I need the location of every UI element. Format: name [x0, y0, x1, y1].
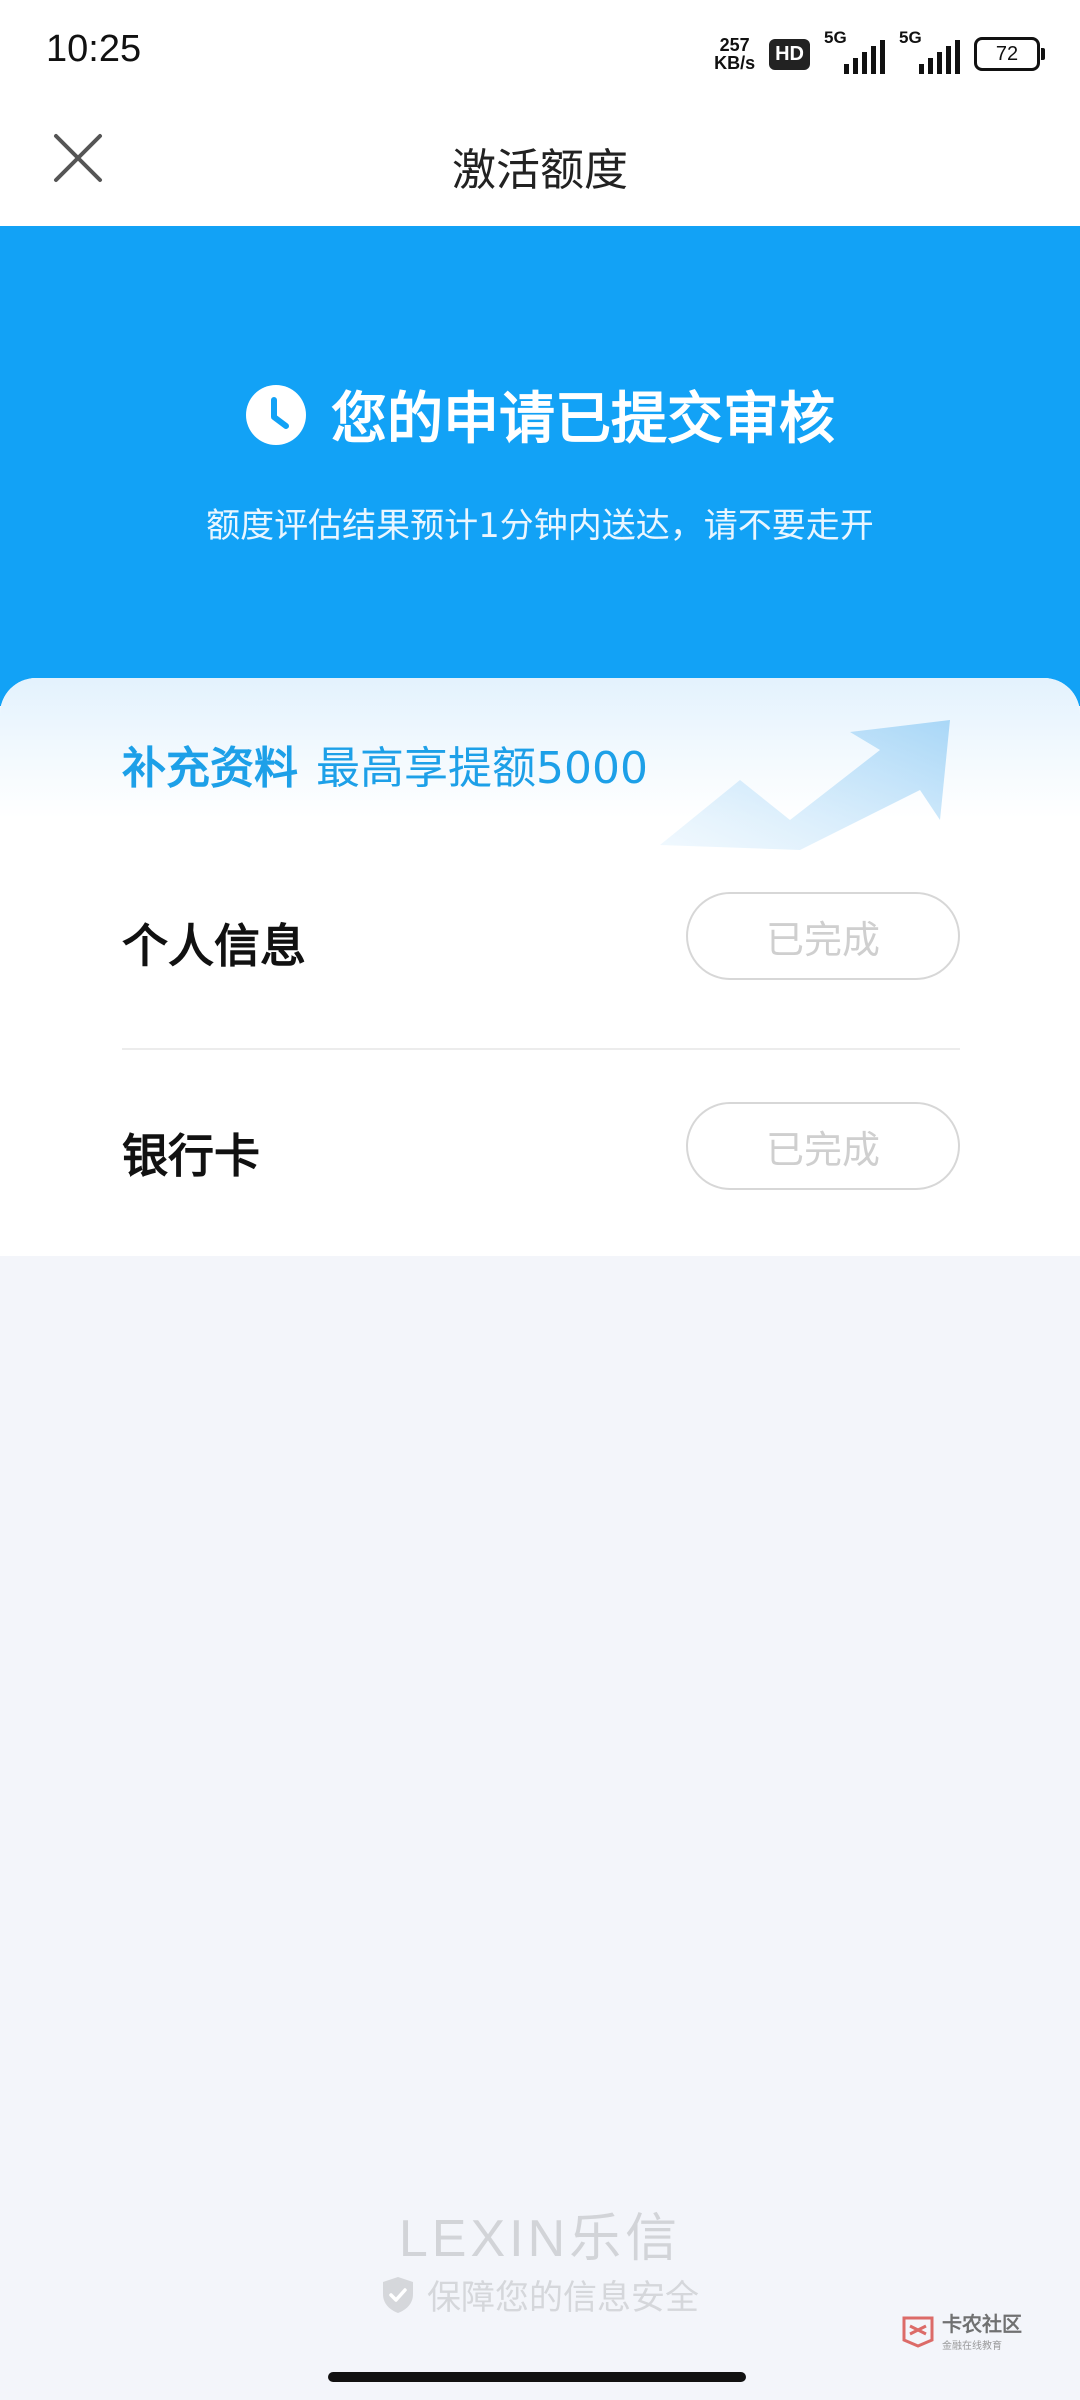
home-indicator[interactable]	[328, 2372, 746, 2382]
signal-icon-2: 5G	[899, 28, 960, 74]
hero-title-row: 您的申请已提交审核	[0, 374, 1080, 455]
item-label: 银行卡	[122, 1129, 260, 1183]
clock-icon	[246, 384, 306, 445]
promo-limit: 最高享提额5000	[316, 743, 648, 794]
completed-button[interactable]: 已完成	[686, 892, 960, 980]
page-title: 激活额度	[452, 145, 628, 196]
hero-title: 您的申请已提交审核	[331, 387, 835, 452]
supplement-card: 补充资料 最高享提额5000 个人信息 已完成 银行卡 已完成	[0, 678, 1080, 1256]
promo-title: 补充资料	[122, 743, 298, 794]
hd-badge: HD	[769, 38, 810, 70]
battery-icon: 72	[974, 37, 1045, 71]
divider	[122, 1048, 960, 1050]
network-speed: 257 KB/s	[714, 36, 755, 72]
signal-2-label: 5G	[899, 28, 922, 47]
signal-1-label: 5G	[824, 28, 847, 47]
hero-subtitle: 额度评估结果预计1分钟内送达，请不要走开	[206, 506, 874, 546]
status-indicators: 257 KB/s HD 5G 5G 72	[714, 28, 1045, 76]
promo-banner: 补充资料 最高享提额5000	[122, 732, 648, 796]
watermark-logo-icon	[902, 2316, 934, 2348]
battery-level: 72	[995, 42, 1019, 65]
security-text: 保障您的信息安全	[427, 2278, 699, 2318]
nav-bar: 激活额度	[0, 100, 1080, 226]
watermark-subtitle: 金融在线教育	[942, 2341, 1002, 2352]
rising-arrow-icon	[660, 720, 950, 850]
network-speed-unit: KB/s	[714, 53, 756, 73]
status-bar: 10:25 257 KB/s HD 5G 5G 72	[0, 0, 1080, 100]
status-time: 10:25	[46, 28, 142, 70]
watermark: 卡农社区 金融在线教育	[900, 2308, 1022, 2352]
shield-icon	[383, 2276, 413, 2313]
list-item-bank-card[interactable]: 银行卡 已完成	[122, 1052, 960, 1252]
lexin-logo: LEXIN乐信	[398, 2210, 682, 2268]
watermark-title: 卡农社区	[942, 2312, 1022, 2336]
list-item-personal-info[interactable]: 个人信息 已完成	[122, 842, 960, 1042]
completed-button[interactable]: 已完成	[686, 1102, 960, 1190]
item-label: 个人信息	[122, 919, 306, 973]
status-header: 您的申请已提交审核 额度评估结果预计1分钟内送达，请不要走开	[0, 226, 1080, 706]
network-speed-value: 257	[719, 35, 750, 55]
signal-icon-1: 5G	[824, 28, 885, 74]
